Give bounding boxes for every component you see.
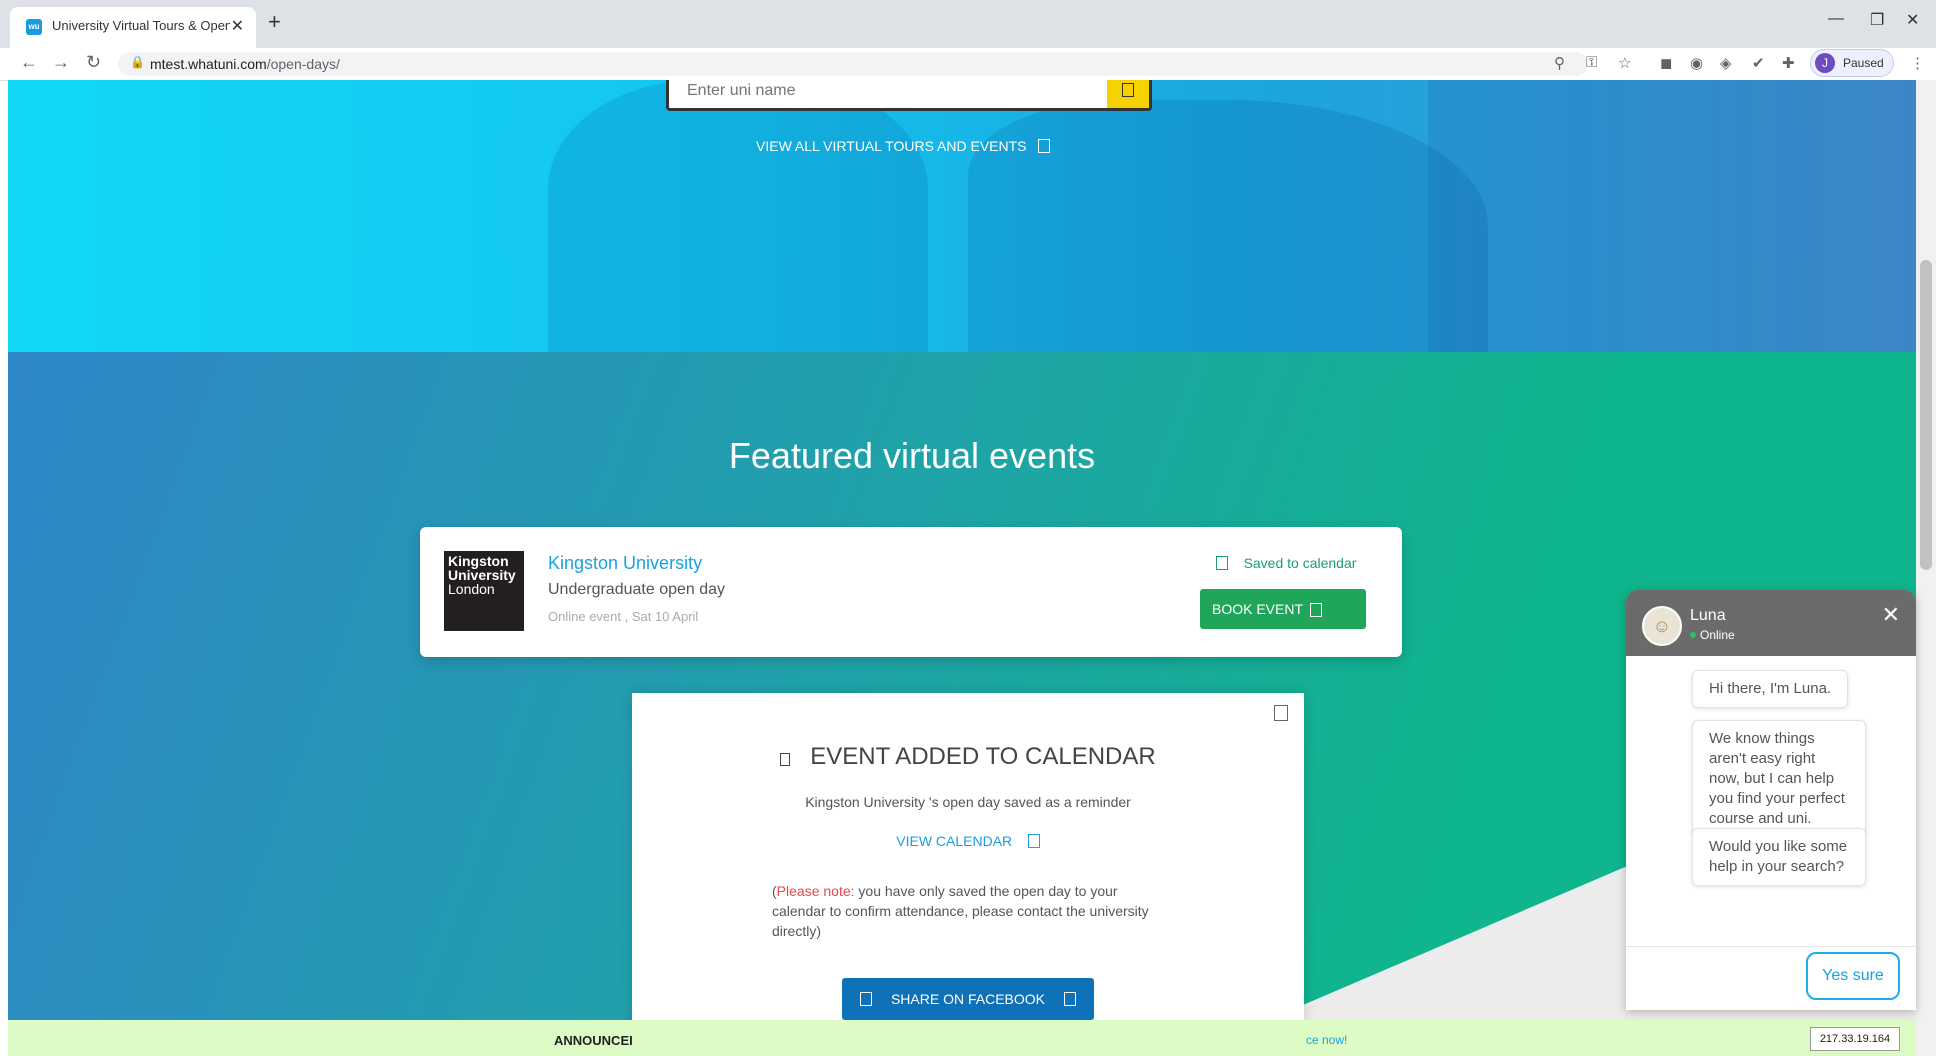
chat-message: Hi there, I'm Luna. xyxy=(1692,670,1849,708)
external-link-icon xyxy=(1310,603,1322,617)
saved-label: Saved to calendar xyxy=(1243,555,1357,571)
online-dot-icon xyxy=(1690,632,1696,638)
back-icon[interactable]: ← xyxy=(20,52,38,73)
chat-widget: ☺ Luna Online ✕ Hi there, I'm Luna. We k… xyxy=(1626,590,1916,1010)
announcement-link[interactable]: ce now! xyxy=(1306,1033,1347,1047)
uni-search-box xyxy=(666,80,1152,111)
ip-badge: 217.33.19.164 xyxy=(1810,1027,1900,1051)
tab-close-icon[interactable]: ✕ xyxy=(231,16,244,36)
location-icon[interactable]: ⚲ xyxy=(1554,54,1565,72)
saved-to-calendar[interactable]: Saved to calendar xyxy=(1216,555,1356,571)
modal-title: EVENT ADDED TO CALENDAR xyxy=(632,743,1304,771)
lock-icon: 🔒 xyxy=(130,55,145,69)
scrollbar[interactable] xyxy=(1916,80,1936,1056)
note-label: Please note: xyxy=(776,883,855,899)
minimize-icon[interactable]: — xyxy=(1828,10,1844,28)
forward-icon[interactable]: → xyxy=(52,52,70,73)
url-host: mtest.whatuni.com xyxy=(150,56,267,72)
modal-note: (Please note: you have only saved the op… xyxy=(772,881,1172,941)
chat-status-text: Online xyxy=(1700,628,1735,642)
key-icon[interactable]: ⚿ xyxy=(1586,54,1597,71)
url-path: /open-days/ xyxy=(266,56,340,72)
view-calendar-link[interactable]: VIEW CALENDAR xyxy=(632,833,1304,849)
chat-header: ☺ Luna Online ✕ xyxy=(1626,590,1916,656)
chat-agent-name: Luna xyxy=(1690,607,1726,624)
star-icon[interactable]: ☆ xyxy=(1618,54,1631,72)
profile-status: Paused xyxy=(1843,56,1884,70)
logo-line: University xyxy=(448,567,516,583)
site-favicon-icon: wu xyxy=(26,19,42,35)
calendar-icon xyxy=(1027,834,1040,848)
event-type: Undergraduate open day xyxy=(548,581,726,598)
book-event-label: BOOK EVENT xyxy=(1212,601,1304,617)
facebook-icon xyxy=(859,992,872,1006)
view-calendar-label: VIEW CALENDAR xyxy=(896,833,1013,849)
puzzle-icon[interactable]: ✚ xyxy=(1782,54,1795,72)
view-all-label: VIEW ALL VIRTUAL TOURS AND EVENTS xyxy=(756,138,1027,154)
view-all-link[interactable]: VIEW ALL VIRTUAL TOURS AND EVENTS xyxy=(756,138,1051,154)
extension-icon[interactable]: ◈ xyxy=(1720,54,1732,72)
calendar-modal: EVENT ADDED TO CALENDAR Kingston Univers… xyxy=(632,693,1304,1056)
browser-tab[interactable]: wu University Virtual Tours & Open Days … xyxy=(10,7,256,48)
event-card: Kingston University London Kingston Univ… xyxy=(420,527,1402,657)
hero-photo-shape xyxy=(548,80,928,352)
extension-icon[interactable]: ◉ xyxy=(1690,54,1703,72)
scrollbar-thumb[interactable] xyxy=(1920,260,1932,570)
avatar: J xyxy=(1815,53,1835,73)
bot-avatar-icon: ☺ xyxy=(1642,606,1682,646)
logo-line: London xyxy=(448,581,495,597)
window-close-icon[interactable]: ✕ xyxy=(1906,10,1919,30)
chat-reply-button[interactable]: Yes sure xyxy=(1806,952,1900,1000)
browser-tab-bar xyxy=(0,0,1936,48)
chat-message: We know things aren't easy right now, bu… xyxy=(1692,720,1866,838)
chat-close-icon[interactable]: ✕ xyxy=(1882,602,1900,628)
chat-message: Would you like some help in your search? xyxy=(1692,828,1866,886)
reload-icon[interactable]: ↻ xyxy=(86,52,101,73)
share-icon xyxy=(1064,992,1077,1006)
extension-icon[interactable]: ◼ xyxy=(1660,54,1672,72)
university-name-link[interactable]: Kingston University xyxy=(548,553,702,574)
search-icon xyxy=(1122,83,1134,97)
calendar-icon xyxy=(1216,556,1228,570)
restore-icon[interactable]: ❐ xyxy=(1870,10,1884,30)
arrow-icon xyxy=(1038,139,1051,153)
menu-icon[interactable]: ⋮ xyxy=(1910,54,1925,72)
chat-status: Online xyxy=(1690,628,1735,642)
featured-heading: Featured virtual events xyxy=(728,435,1096,476)
university-logo: Kingston University London xyxy=(444,551,524,631)
search-button[interactable] xyxy=(1107,80,1149,108)
announcement-bar: ANNOUNCEI ce now! xyxy=(8,1020,1916,1056)
address-bar[interactable]: 🔒 mtest.whatuni.com/open-days/ xyxy=(118,52,1588,76)
event-meta: Online event , Sat 10 April xyxy=(548,609,699,624)
share-facebook-label: SHARE ON FACEBOOK xyxy=(890,991,1046,1007)
tab-title: University Virtual Tours & Open Days xyxy=(52,18,230,33)
modal-title-text: EVENT ADDED TO CALENDAR xyxy=(810,743,1156,770)
modal-subtitle: Kingston University 's open day saved as… xyxy=(805,794,1131,810)
extension-icon[interactable]: ✔ xyxy=(1752,54,1765,72)
hero-photo-shape xyxy=(1428,80,1916,352)
logo-line: Kingston xyxy=(448,553,509,569)
uni-search-input[interactable] xyxy=(685,80,1089,104)
check-icon xyxy=(780,753,791,766)
book-event-button[interactable]: BOOK EVENT xyxy=(1200,589,1366,629)
share-facebook-button[interactable]: SHARE ON FACEBOOK xyxy=(842,978,1094,1020)
profile-button[interactable]: J Paused xyxy=(1810,49,1894,77)
new-tab-icon[interactable]: + xyxy=(268,9,281,35)
modal-close-icon[interactable] xyxy=(1274,705,1288,721)
announcement-label: ANNOUNCEI xyxy=(554,1033,633,1048)
hero-banner xyxy=(8,80,1916,352)
